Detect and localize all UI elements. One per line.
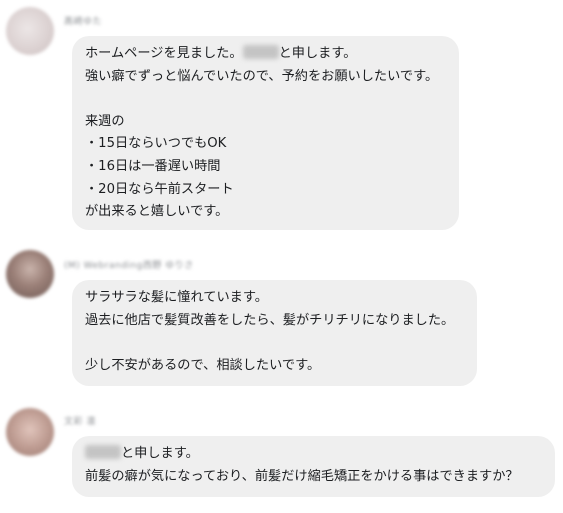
message-line: ・16日は一番遅い時間 [85, 158, 221, 174]
message-line: が出来ると嬉しいです。 [85, 204, 229, 220]
message-bubble: と申します。 前髪の癖が気になっており、前髪だけ縮毛矯正をかける事はできますか？ [72, 436, 555, 497]
sender-name[interactable]: (M) Webranding西野 ゆりさ [64, 258, 194, 271]
message-text: ホームページを見ました。 [85, 46, 243, 61]
message-text: と申します。 [278, 46, 357, 61]
sender-avatar[interactable] [6, 250, 54, 298]
message-line: と申します。 [85, 443, 542, 466]
message-line: 前髪の癖が気になっており、前髪だけ縮毛矯正をかける事はできますか？ [85, 468, 519, 484]
sender-name[interactable]: 文彩 凛 [64, 414, 96, 427]
message-text: と申します。 [121, 446, 199, 461]
message-line: 少し不安があるので、相談したいです。 [85, 357, 321, 373]
message-line: 過去に他店で髪質改善をしたら、髪がチリチリになりました。 [85, 312, 455, 328]
redacted-name [242, 45, 279, 59]
message-line: ホームページを見ました。 と申します。 [85, 43, 446, 66]
message-line: サラサラな髪に憧れています。 [85, 290, 268, 305]
message-thread: 髙崎ゆた ホームページを見ました。 と申します。 強い癖でずっと悩んでいたので、予… [0, 0, 563, 513]
sender-avatar[interactable] [6, 7, 54, 55]
message-line: 強い癖でずっと悩んでいたので、予約をお願いしたいです。 [85, 68, 439, 84]
message-line: 来週の [85, 113, 125, 129]
message-bubble: サラサラな髪に憧れています。 過去に他店で髪質改善をしたら、髪がチリチリになりま… [72, 280, 477, 386]
sender-avatar[interactable] [6, 408, 54, 456]
message-line: ・15日ならいつでもOK [85, 136, 227, 152]
message-bubble: ホームページを見ました。 と申します。 強い癖でずっと悩んでいたので、予約をお願い… [72, 36, 459, 230]
message-line: ・20日なら午前スタート [85, 181, 234, 197]
sender-name[interactable]: 髙崎ゆた [64, 14, 102, 27]
redacted-name [85, 445, 121, 459]
